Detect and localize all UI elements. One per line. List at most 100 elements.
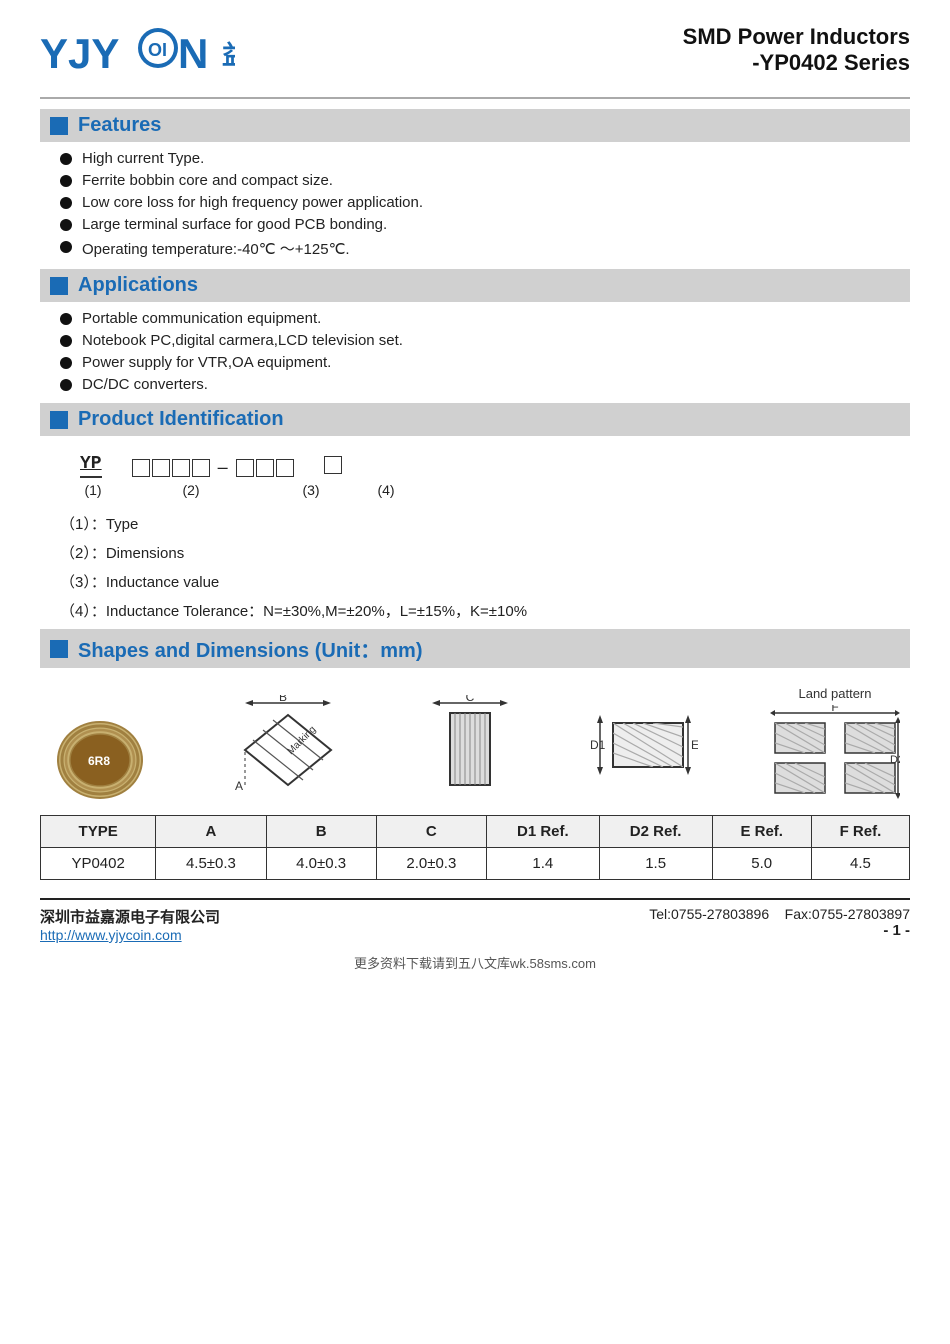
col-d1: D1 Ref. xyxy=(486,816,599,848)
svg-text:益嘉源: 益嘉源 xyxy=(222,41,235,70)
pid-label4: (4) xyxy=(377,482,394,498)
pid-label1: (1) xyxy=(84,482,101,498)
cell-type: YP0402 xyxy=(41,848,156,880)
svg-text:OI: OI xyxy=(148,40,167,60)
svg-text:A: A xyxy=(235,779,243,793)
title-sub: -YP0402 Series xyxy=(683,50,910,76)
footer-contact: Tel:0755-27803896 Fax:0755-27803897 xyxy=(649,906,910,922)
svg-text:C: C xyxy=(466,695,475,704)
logo-area: YJY OI N 益嘉源 xyxy=(40,24,235,79)
dimensions-table: TYPE A B C D1 Ref. D2 Ref. E Ref. F Ref.… xyxy=(40,815,910,880)
cell-f: 4.5 xyxy=(811,848,909,880)
shapes-title: Shapes and Dimensions (Unit：mm) xyxy=(78,634,423,663)
svg-text:6R8: 6R8 xyxy=(88,754,110,768)
coil-diagram: 6R8 xyxy=(50,715,150,805)
col-f: F Ref. xyxy=(811,816,909,848)
c-svg: C xyxy=(425,695,515,805)
pid-box2 xyxy=(152,459,170,477)
cell-d2: 1.5 xyxy=(599,848,712,880)
pid-box8 xyxy=(324,456,342,474)
pid-box4 xyxy=(192,459,210,477)
product-id-square-icon xyxy=(50,411,68,429)
pid-desc-text-4: （4）：Inductance Tolerance：N=±30%,M=±20%，L… xyxy=(60,600,527,621)
pid-desc-text-3: （3）：Inductance value xyxy=(60,571,219,592)
watermark: 更多资料下载请到五八文库wk.58sms.com xyxy=(40,953,910,972)
table-row: YP0402 4.5±0.3 4.0±0.3 2.0±0.3 1.4 1.5 5… xyxy=(41,848,910,880)
product-id-diagram: YP – (1) (2) xyxy=(80,454,910,499)
pid-box3 xyxy=(172,459,190,477)
bullet-icon xyxy=(60,313,72,325)
bullet-icon xyxy=(60,241,72,253)
list-item: Low core loss for high frequency power a… xyxy=(60,194,910,211)
cell-b: 4.0±0.3 xyxy=(266,848,376,880)
land-pattern-label: Land pattern xyxy=(798,686,871,701)
pid-label3: (3) xyxy=(302,482,319,498)
col-type: TYPE xyxy=(41,816,156,848)
shapes-diagrams: 6R8 B Marking A xyxy=(40,686,910,805)
cell-d1: 1.4 xyxy=(486,848,599,880)
pid-desc-text-1: （1）：Type xyxy=(60,513,138,534)
footer-fax: Fax:0755-27803897 xyxy=(785,906,910,922)
list-item: Large terminal surface for good PCB bond… xyxy=(60,216,910,233)
applications-square-icon xyxy=(50,277,68,295)
pid-yp: YP xyxy=(80,454,102,478)
product-id-section-header: Product Identification xyxy=(40,403,910,436)
list-item: High current Type. xyxy=(60,150,910,167)
cell-c: 2.0±0.3 xyxy=(376,848,486,880)
list-item: Power supply for VTR,OA equipment. xyxy=(60,354,910,371)
shapes-square-icon xyxy=(50,640,68,658)
applications-title: Applications xyxy=(78,274,198,297)
footer-website[interactable]: http://www.yjycoin.com xyxy=(40,927,182,943)
pid-desc-2: （2）：Dimensions xyxy=(60,542,910,563)
land-pattern-svg: F xyxy=(770,705,900,805)
footer-company: 深圳市益嘉源电子有限公司 xyxy=(40,906,220,927)
coil-svg: 6R8 xyxy=(50,715,150,805)
list-item: Portable communication equipment. xyxy=(60,310,910,327)
bullet-icon xyxy=(60,175,72,187)
bullet-icon xyxy=(60,219,72,231)
list-item: Notebook PC,digital carmera,LCD televisi… xyxy=(60,332,910,349)
col-d2: D2 Ref. xyxy=(599,816,712,848)
pid-desc-text-2: （2）：Dimensions xyxy=(60,542,184,563)
features-title: Features xyxy=(78,114,161,137)
footer-page: - 1 - xyxy=(649,922,910,939)
ab-svg: B Marking A xyxy=(223,695,353,805)
footer-right: Tel:0755-27803896 Fax:0755-27803897 - 1 … xyxy=(649,906,910,939)
col-e: E Ref. xyxy=(712,816,811,848)
title-area: SMD Power Inductors -YP0402 Series xyxy=(683,24,910,76)
table-header-row: TYPE A B C D1 Ref. D2 Ref. E Ref. F Ref. xyxy=(41,816,910,848)
svg-text:D2: D2 xyxy=(890,754,900,766)
svg-text:D1: D1 xyxy=(590,738,606,752)
pid-box6 xyxy=(256,459,274,477)
bullet-icon xyxy=(60,153,72,165)
logo-icon: YJY OI N 益嘉源 xyxy=(40,24,235,79)
cell-e: 5.0 xyxy=(712,848,811,880)
svg-text:N: N xyxy=(178,30,208,77)
pid-desc-3: （3）：Inductance value xyxy=(60,571,910,592)
list-item: Operating temperature:-40℃ ～+125℃. xyxy=(60,238,910,259)
c-diagram: C xyxy=(425,695,515,805)
page: YJY OI N 益嘉源 SMD Power Inductors -YP0402… xyxy=(0,0,950,1344)
list-item: Ferrite bobbin core and compact size. xyxy=(60,172,910,189)
d1e-diagram: D1 xyxy=(588,695,698,805)
applications-section-header: Applications xyxy=(40,269,910,302)
bullet-icon xyxy=(60,379,72,391)
pid-box1 xyxy=(132,459,150,477)
pid-dash: – xyxy=(218,457,228,478)
ab-diagram: B Marking A xyxy=(223,695,353,805)
cell-a: 4.5±0.3 xyxy=(156,848,266,880)
applications-list: Portable communication equipment. Notebo… xyxy=(60,310,910,393)
footer-left: 深圳市益嘉源电子有限公司 http://www.yjycoin.com xyxy=(40,906,220,943)
pid-box5 xyxy=(236,459,254,477)
svg-text:YJY: YJY xyxy=(40,30,119,77)
col-b: B xyxy=(266,816,376,848)
svg-text:E: E xyxy=(691,738,698,752)
features-list: High current Type. Ferrite bobbin core a… xyxy=(60,150,910,259)
land-pattern-diagram: Land pattern F xyxy=(770,686,900,805)
shapes-section-header: Shapes and Dimensions (Unit：mm) xyxy=(40,629,910,668)
pid-label2: (2) xyxy=(182,482,199,498)
bullet-icon xyxy=(60,357,72,369)
features-square-icon xyxy=(50,117,68,135)
col-a: A xyxy=(156,816,266,848)
header: YJY OI N 益嘉源 SMD Power Inductors -YP0402… xyxy=(40,24,910,79)
